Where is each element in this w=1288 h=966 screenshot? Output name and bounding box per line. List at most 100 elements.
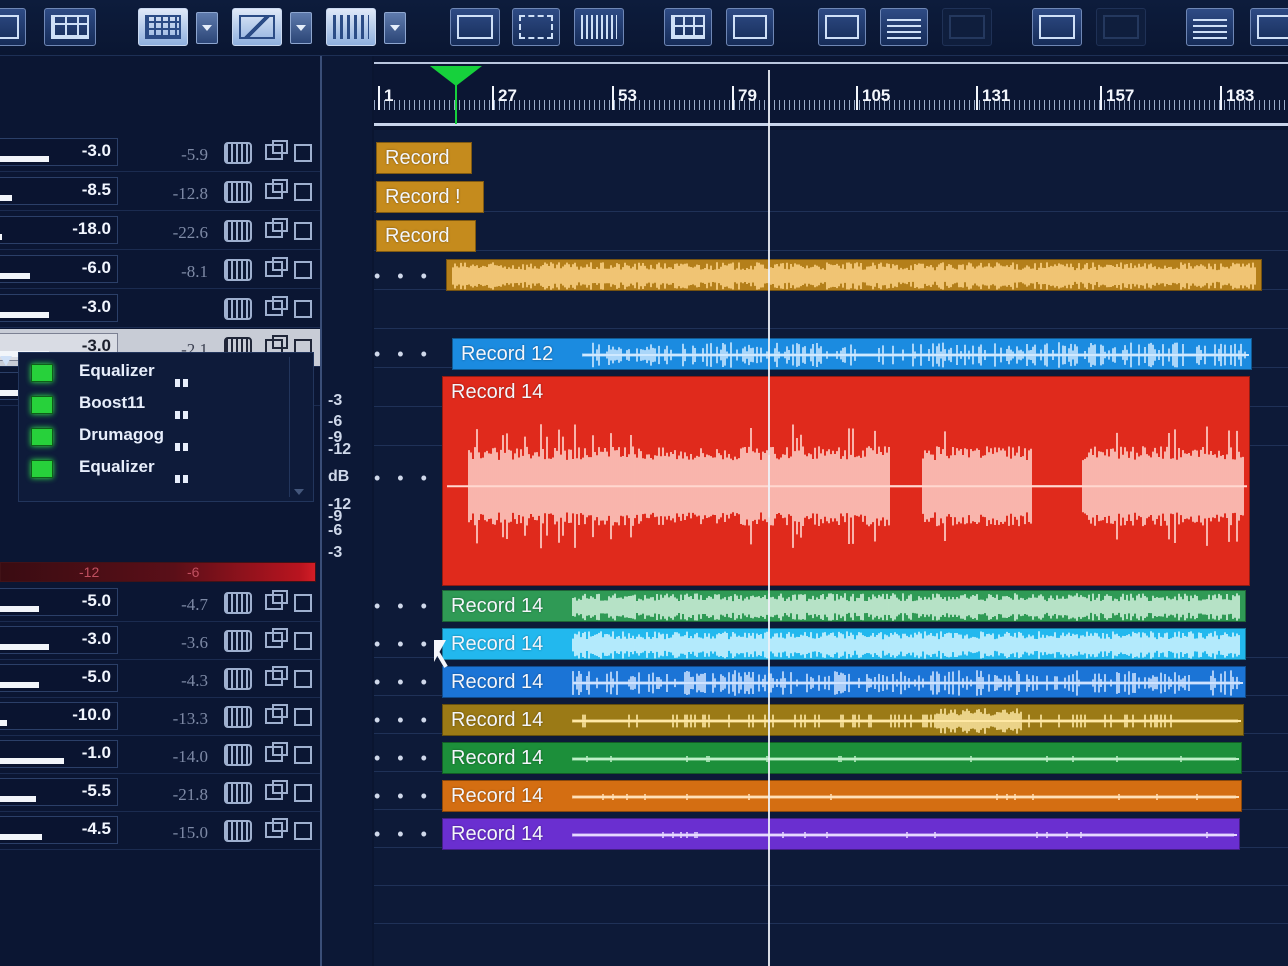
- audio-clip[interactable]: Record 14: [442, 590, 1246, 622]
- track-row[interactable]: -5.0 -4.3: [0, 660, 320, 698]
- lane-menu-icon[interactable]: • • •: [374, 824, 434, 845]
- undo-button[interactable]: [1032, 8, 1082, 46]
- fx-bypass-led[interactable]: [31, 460, 53, 478]
- loop-button[interactable]: [574, 8, 624, 46]
- tool-button[interactable]: [232, 8, 282, 46]
- meter-icon[interactable]: [224, 630, 252, 652]
- maximize-icon[interactable]: [294, 183, 312, 201]
- meter-icon[interactable]: [224, 820, 252, 842]
- lane-menu-icon[interactable]: • • •: [374, 634, 434, 655]
- lane-menu-icon[interactable]: • • •: [374, 748, 434, 769]
- audio-clip[interactable]: Record 14: [442, 628, 1246, 660]
- maximize-icon[interactable]: [294, 261, 312, 279]
- track-row[interactable]: -8.5 -12.8: [0, 173, 320, 211]
- layout-button[interactable]: [0, 8, 26, 46]
- lanes-view-button[interactable]: [326, 8, 376, 46]
- track-row[interactable]: -3.0 -3.6: [0, 622, 320, 660]
- track-row[interactable]: -3.0: [0, 290, 320, 328]
- track-row[interactable]: -10.0 -13.3: [0, 698, 320, 736]
- audio-clip[interactable]: [446, 259, 1262, 291]
- meter-icon[interactable]: [224, 259, 252, 281]
- track-row[interactable]: -1.0 -14.0: [0, 736, 320, 774]
- zoom-fit-button[interactable]: [664, 8, 712, 46]
- lane-menu-icon[interactable]: • • •: [374, 710, 434, 731]
- restore-icon[interactable]: [265, 140, 288, 160]
- restore-icon[interactable]: [265, 628, 288, 648]
- volume-slider[interactable]: -6.0: [0, 255, 118, 283]
- restore-icon[interactable]: [265, 257, 288, 277]
- maximize-icon[interactable]: [294, 222, 312, 240]
- meter-icon[interactable]: [224, 668, 252, 690]
- zoom-vertical-button[interactable]: [726, 8, 774, 46]
- audio-clip[interactable]: Record 14: [442, 742, 1242, 774]
- grid-view-button[interactable]: [138, 8, 188, 46]
- volume-slider[interactable]: -3.0: [0, 626, 118, 654]
- snap-button[interactable]: [44, 8, 96, 46]
- volume-slider[interactable]: -5.0: [0, 588, 118, 616]
- maximize-icon[interactable]: [294, 300, 312, 318]
- meter-icon[interactable]: [224, 782, 252, 804]
- maximize-icon[interactable]: [294, 746, 312, 764]
- volume-slider[interactable]: -3.0: [0, 294, 118, 322]
- audio-clip[interactable]: Record !: [376, 181, 484, 213]
- audio-clip[interactable]: Record 12: [452, 338, 1252, 370]
- fx-expand-icon[interactable]: [0, 356, 12, 366]
- maximize-icon[interactable]: [294, 632, 312, 650]
- lane-menu-icon[interactable]: • • •: [374, 596, 434, 617]
- volume-slider[interactable]: -5.0: [0, 664, 118, 692]
- audio-clip[interactable]: Record: [376, 142, 472, 174]
- meter-icon[interactable]: [224, 744, 252, 766]
- volume-slider[interactable]: -3.0: [0, 138, 118, 166]
- audio-clip[interactable]: Record 14: [442, 376, 1250, 586]
- lane-menu-icon[interactable]: • • •: [374, 672, 434, 693]
- fx-plugin[interactable]: Boost11: [27, 391, 297, 419]
- maximize-icon[interactable]: [294, 594, 312, 612]
- lane-menu-icon[interactable]: • • •: [374, 266, 434, 287]
- track-row[interactable]: -5.5 -21.8: [0, 774, 320, 812]
- meter-icon[interactable]: [224, 220, 252, 242]
- more-button[interactable]: [1250, 8, 1288, 46]
- lane-menu-icon[interactable]: • • •: [374, 344, 434, 365]
- volume-slider[interactable]: -4.5: [0, 816, 118, 844]
- restore-icon[interactable]: [265, 218, 288, 238]
- fx-plugin[interactable]: Equalizer: [27, 455, 297, 483]
- restore-icon[interactable]: [265, 666, 288, 686]
- restore-icon[interactable]: [265, 179, 288, 199]
- fx-plugin[interactable]: Drumagog: [27, 423, 297, 451]
- volume-slider[interactable]: -18.0: [0, 216, 118, 244]
- grid-view-dropdown[interactable]: [196, 12, 218, 44]
- track-row[interactable]: -6.0 -8.1: [0, 251, 320, 289]
- restore-icon[interactable]: [265, 296, 288, 316]
- track-row[interactable]: -3.0 -5.9: [0, 134, 320, 172]
- fx-bypass-led[interactable]: [31, 364, 53, 382]
- restore-icon[interactable]: [265, 818, 288, 838]
- volume-slider[interactable]: -10.0: [0, 702, 118, 730]
- maximize-icon[interactable]: [294, 822, 312, 840]
- restore-icon[interactable]: [265, 590, 288, 610]
- zoom-center-button[interactable]: [512, 8, 560, 46]
- lanes-view-dropdown[interactable]: [384, 12, 406, 44]
- restore-icon[interactable]: [265, 704, 288, 724]
- fx-plugin[interactable]: Equalizer: [27, 359, 297, 387]
- volume-slider[interactable]: -5.5: [0, 778, 118, 806]
- fit-tracks-button[interactable]: [450, 8, 500, 46]
- meter-icon[interactable]: [224, 298, 252, 320]
- restore-icon[interactable]: [265, 742, 288, 762]
- list-button[interactable]: [880, 8, 928, 46]
- lane-menu-icon[interactable]: • • •: [374, 468, 434, 489]
- track-row[interactable]: -18.0 -22.6: [0, 212, 320, 250]
- lane-menu-icon[interactable]: • • •: [374, 786, 434, 807]
- meter-icon[interactable]: [224, 706, 252, 728]
- meter-icon[interactable]: [224, 592, 252, 614]
- clip-properties-button[interactable]: [818, 8, 866, 46]
- audio-clip[interactable]: Record 14: [442, 666, 1246, 698]
- now-marker-icon[interactable]: [430, 66, 482, 86]
- maximize-icon[interactable]: [294, 708, 312, 726]
- audio-clip[interactable]: Record 14: [442, 704, 1244, 736]
- audio-clip[interactable]: Record: [376, 220, 476, 252]
- maximize-icon[interactable]: [294, 144, 312, 162]
- maximize-icon[interactable]: [294, 670, 312, 688]
- restore-icon[interactable]: [265, 780, 288, 800]
- volume-slider[interactable]: -1.0: [0, 740, 118, 768]
- track-row[interactable]: -4.5 -15.0: [0, 812, 320, 850]
